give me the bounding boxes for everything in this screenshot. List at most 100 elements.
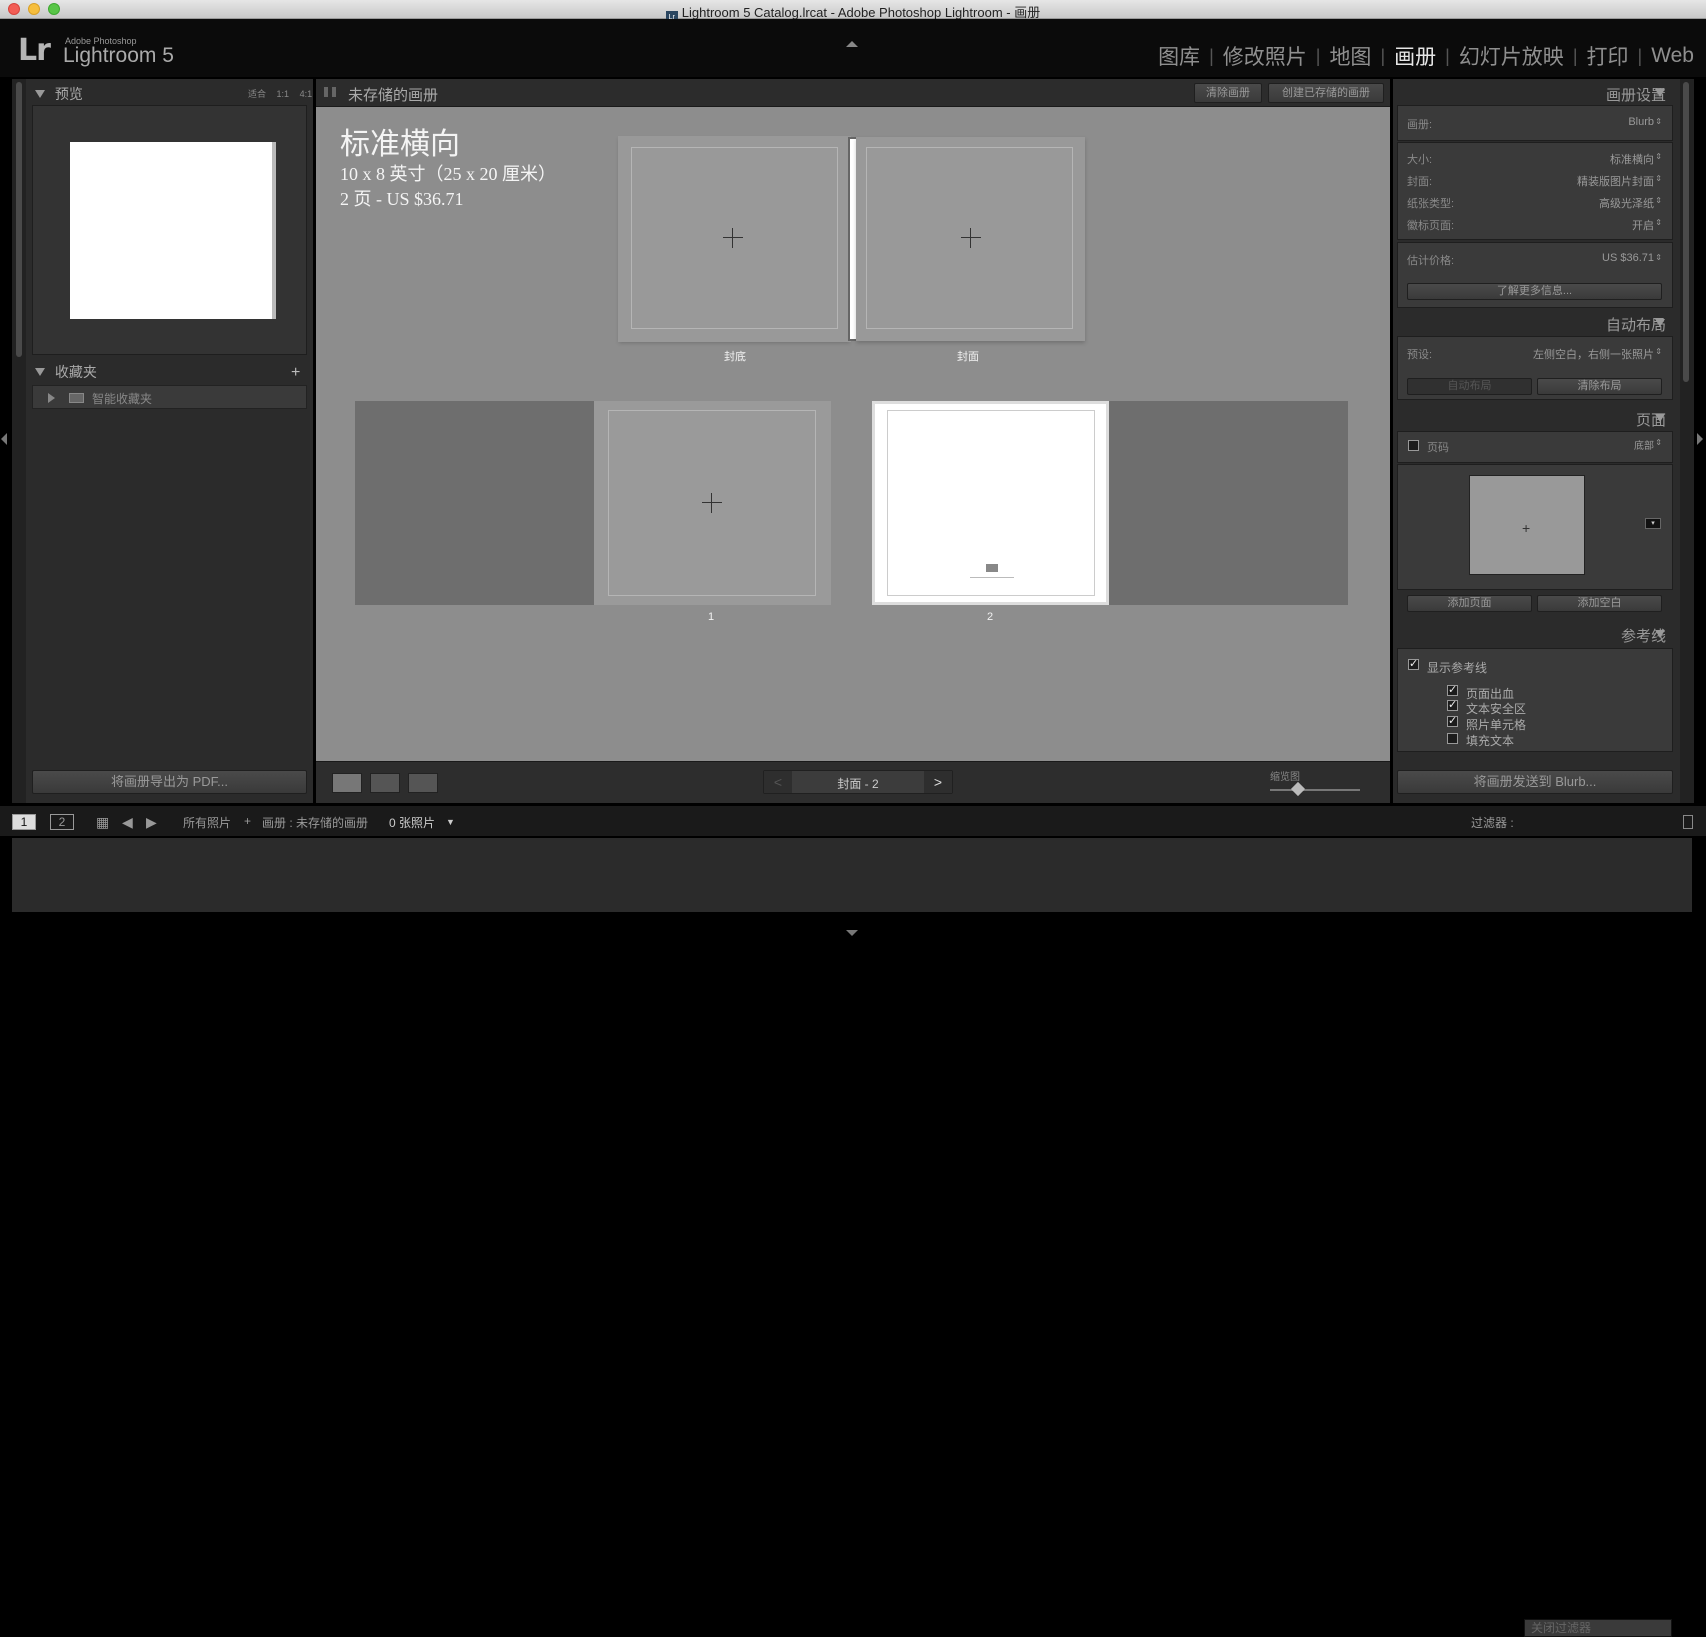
photo-count[interactable]: 0 张照片 bbox=[389, 814, 435, 831]
single-page-view-button[interactable] bbox=[408, 773, 438, 793]
multi-page-view-button[interactable] bbox=[332, 773, 362, 793]
logo-page-value: 开启 bbox=[1632, 220, 1654, 232]
thumbnail-size-slider[interactable] bbox=[1270, 789, 1360, 791]
filter-lock-icon[interactable] bbox=[1683, 815, 1693, 829]
book-dimensions: 10 x 8 英寸（25 x 20 厘米） bbox=[340, 164, 556, 184]
preset-label: 预设: bbox=[1407, 349, 1433, 361]
identity-plate: Lr Adobe Photoshop Lightroom 5 图库 | 修改照片 |… bbox=[0, 19, 1706, 77]
module-separator: | bbox=[1315, 45, 1321, 66]
collapse-triangle-icon[interactable] bbox=[1655, 630, 1665, 638]
clear-layout-button[interactable]: 清除布局 bbox=[1537, 378, 1662, 395]
smart-collections-item[interactable]: 智能收藏夹 bbox=[32, 385, 307, 409]
add-blank-button[interactable]: 添加空白 bbox=[1537, 595, 1662, 612]
module-slideshow[interactable]: 幻灯片放映 bbox=[1459, 41, 1564, 71]
module-library[interactable]: 图库 bbox=[1158, 41, 1200, 71]
book-size-title: 标准横向 bbox=[340, 128, 460, 161]
preview-navigator[interactable] bbox=[32, 105, 307, 355]
collection-set-icon bbox=[69, 393, 84, 403]
thumbnail-size-label: 缩览图 bbox=[1270, 772, 1300, 783]
back-cover-page[interactable] bbox=[619, 137, 850, 341]
paper-label: 纸张类型: bbox=[1407, 198, 1455, 210]
front-cover-label: 封面 bbox=[957, 351, 979, 363]
export-pdf-button[interactable]: 将画册导出为 PDF... bbox=[32, 770, 307, 794]
text-safe-area-checkbox[interactable]: ✓ bbox=[1447, 700, 1458, 711]
page-template-preview[interactable]: + bbox=[1469, 475, 1585, 575]
book-type-row[interactable]: 画册: Blurb ⇕ bbox=[1407, 116, 1662, 132]
next-page-button[interactable]: > bbox=[924, 771, 952, 793]
page-bleed-checkbox[interactable]: ✓ bbox=[1447, 685, 1458, 696]
book-type-value: Blurb bbox=[1628, 116, 1654, 128]
cover-row[interactable]: 封面: 精装版图片封面 ⇕ bbox=[1407, 173, 1662, 189]
preview-panel-header[interactable]: 预览 bbox=[35, 84, 83, 104]
module-separator: | bbox=[1445, 45, 1450, 66]
main-window-button[interactable]: 1 bbox=[12, 814, 36, 830]
collapse-bottom-arrow-icon[interactable] bbox=[846, 930, 858, 936]
module-map[interactable]: 地图 bbox=[1329, 41, 1371, 71]
size-row[interactable]: 大小: 标准横向 ⇕ bbox=[1407, 151, 1662, 167]
zoom-fit[interactable]: 适合 bbox=[248, 89, 266, 99]
collapse-top-arrow-icon[interactable] bbox=[846, 41, 858, 47]
dropdown-arrows-icon: ⇕ bbox=[1655, 218, 1662, 227]
left-scrollbar[interactable] bbox=[16, 82, 22, 357]
paper-value: 高级光泽纸 bbox=[1599, 198, 1654, 210]
collapse-right-arrow-icon[interactable] bbox=[1697, 433, 1703, 445]
module-develop[interactable]: 修改照片 bbox=[1223, 41, 1307, 71]
right-scrollbar[interactable] bbox=[1683, 82, 1689, 382]
disclosure-triangle-icon[interactable] bbox=[48, 393, 55, 403]
lightroom-logo: Lr bbox=[18, 33, 51, 68]
page-2[interactable] bbox=[872, 401, 1109, 605]
dropdown-arrows-icon: ⇕ bbox=[1655, 117, 1662, 126]
grid-view-icon[interactable]: ▦ bbox=[96, 814, 109, 831]
create-saved-book-button[interactable]: 创建已存储的画册 bbox=[1268, 83, 1384, 103]
page-numbers-checkbox[interactable] bbox=[1408, 440, 1419, 451]
page-numbers-label: 页码 bbox=[1427, 442, 1449, 454]
previous-page-button[interactable]: < bbox=[764, 771, 792, 793]
logo-page-row[interactable]: 徽标页面: 开启 ⇕ bbox=[1407, 217, 1662, 233]
paper-row[interactable]: 纸张类型: 高级光泽纸 ⇕ bbox=[1407, 195, 1662, 211]
zoom-1-1[interactable]: 1:1 bbox=[277, 89, 290, 99]
zoom-4-1[interactable]: 4:1 bbox=[300, 89, 313, 99]
module-web[interactable]: Web bbox=[1651, 44, 1694, 68]
blurb-logo-icon bbox=[986, 564, 998, 572]
add-photo-plus-icon[interactable] bbox=[702, 493, 722, 513]
collapse-triangle-icon[interactable] bbox=[1655, 414, 1665, 422]
show-guides-label: 显示参考线 bbox=[1427, 661, 1488, 675]
filter-select[interactable]: 关闭过滤器 bbox=[1524, 1619, 1672, 1637]
preset-row[interactable]: 预设: 左侧空白，右侧一张照片 ⇕ bbox=[1407, 346, 1662, 362]
add-photo-plus-icon[interactable] bbox=[961, 228, 981, 248]
template-plus-icon: + bbox=[1522, 520, 1531, 536]
collapse-left-arrow-icon[interactable] bbox=[1, 433, 7, 445]
logo-page-label: 徽标页面: bbox=[1407, 220, 1455, 232]
page-1[interactable] bbox=[594, 401, 831, 605]
show-guides-checkbox[interactable]: ✓ bbox=[1408, 659, 1419, 670]
module-print[interactable]: 打印 bbox=[1587, 41, 1629, 71]
count-dropdown-icon[interactable]: ▼ bbox=[446, 817, 455, 827]
collection-path[interactable]: 画册 : 未存储的画册 bbox=[262, 814, 368, 831]
secondary-window-button[interactable]: 2 bbox=[50, 814, 74, 830]
add-photo-plus-icon[interactable] bbox=[723, 228, 743, 248]
clear-book-button[interactable]: 清除画册 bbox=[1194, 83, 1262, 103]
collapse-triangle-icon[interactable] bbox=[1655, 89, 1665, 97]
collections-panel-header[interactable]: 收藏夹 bbox=[35, 362, 97, 382]
send-to-blurb-button[interactable]: 将画册发送到 Blurb... bbox=[1397, 770, 1673, 794]
learn-more-button[interactable]: 了解更多信息... bbox=[1407, 283, 1662, 300]
filmstrip[interactable] bbox=[12, 838, 1692, 912]
source-label[interactable]: 所有照片 bbox=[183, 814, 231, 831]
preset-value: 左侧空白，右侧一张照片 bbox=[1533, 349, 1654, 361]
book-name: 未存储的画册 bbox=[348, 87, 439, 104]
spread-view-button[interactable] bbox=[370, 773, 400, 793]
collapse-triangle-icon[interactable] bbox=[1655, 319, 1665, 327]
template-menu-icon[interactable]: ▾ bbox=[1645, 518, 1661, 529]
product-name: Lightroom 5 bbox=[63, 44, 174, 67]
filler-text-checkbox[interactable] bbox=[1447, 733, 1458, 744]
add-collection-plus-icon[interactable]: + bbox=[291, 364, 300, 382]
forward-arrow-icon[interactable]: ▶ bbox=[146, 814, 157, 831]
module-separator: | bbox=[1572, 45, 1578, 66]
auto-layout-button[interactable]: 自动布局 bbox=[1407, 378, 1532, 395]
add-page-button[interactable]: 添加页面 bbox=[1407, 595, 1532, 612]
window-titlebar: Lr Lightroom 5 Catalog.lrcat - Adobe Phot… bbox=[0, 0, 1706, 25]
front-cover-page[interactable] bbox=[856, 137, 1085, 341]
module-book[interactable]: 画册 bbox=[1394, 41, 1436, 71]
back-arrow-icon[interactable]: ◀ bbox=[122, 814, 133, 831]
photo-cells-checkbox[interactable]: ✓ bbox=[1447, 716, 1458, 727]
